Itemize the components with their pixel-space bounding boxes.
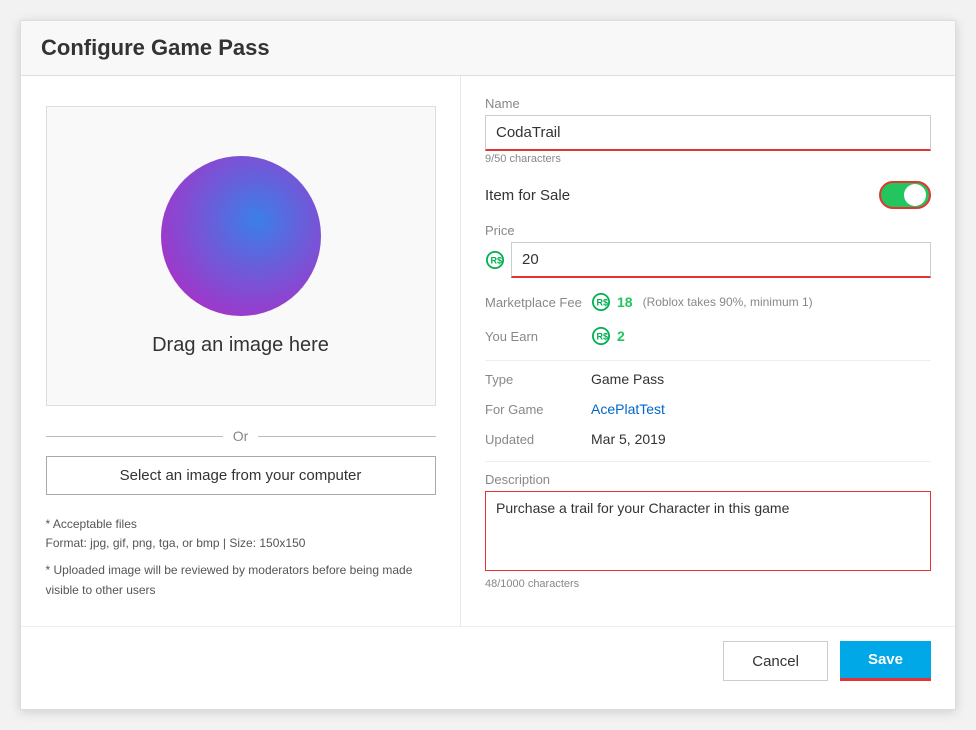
dialog-footer: Cancel Save <box>21 626 955 695</box>
svg-text:R$: R$ <box>597 298 609 308</box>
marketplace-fee-value: 18 <box>617 294 633 310</box>
price-field-section: Price R$ <box>485 223 931 278</box>
updated-row: Updated Mar 5, 2019 <box>485 431 931 447</box>
cancel-button[interactable]: Cancel <box>723 641 828 681</box>
updated-value: Mar 5, 2019 <box>591 431 666 447</box>
configure-game-pass-dialog: Configure Game Pass Drag an image here O… <box>20 20 956 710</box>
item-for-sale-label: Item for Sale <box>485 187 570 204</box>
description-label: Description <box>485 472 931 487</box>
or-divider: Or <box>46 428 436 444</box>
price-robux-icon: R$ <box>485 250 505 270</box>
you-earn-value: 2 <box>617 328 625 344</box>
preview-image <box>161 156 321 316</box>
moderator-note: * Uploaded image will be reviewed by mod… <box>46 561 436 599</box>
price-label: Price <box>485 223 931 238</box>
marketplace-robux-icon: R$ <box>591 292 611 312</box>
marketplace-fee-label: Marketplace Fee <box>485 295 585 310</box>
price-row: R$ <box>485 242 931 278</box>
type-label: Type <box>485 372 585 387</box>
acceptable-files-label: * Acceptable files Format: jpg, gif, png… <box>46 515 436 553</box>
toggle-track <box>879 181 931 209</box>
dialog-header: Configure Game Pass <box>21 21 955 76</box>
file-info: * Acceptable files Format: jpg, gif, png… <box>46 515 436 600</box>
marketplace-fee-note: (Roblox takes 90%, minimum 1) <box>643 295 813 309</box>
svg-text:R$: R$ <box>491 256 503 266</box>
marketplace-fee-row: Marketplace Fee R$ 18 (Roblox takes 90%,… <box>485 292 931 312</box>
svg-text:R$: R$ <box>597 332 609 342</box>
name-label: Name <box>485 96 931 111</box>
divider-1 <box>485 360 931 361</box>
for-game-value[interactable]: AcePlatTest <box>591 401 665 417</box>
left-panel: Drag an image here Or Select an image fr… <box>21 76 461 626</box>
description-textarea[interactable] <box>485 491 931 571</box>
description-char-count: 48/1000 characters <box>485 578 931 590</box>
select-image-button[interactable]: Select an image from your computer <box>46 456 436 495</box>
item-for-sale-row: Item for Sale <box>485 181 931 209</box>
for-game-row: For Game AcePlatTest <box>485 401 931 417</box>
divider-2 <box>485 461 931 462</box>
dialog-body: Drag an image here Or Select an image fr… <box>21 76 955 626</box>
name-char-count: 9/50 characters <box>485 153 931 165</box>
dialog-title: Configure Game Pass <box>41 35 935 61</box>
or-label: Or <box>233 428 249 444</box>
type-value: Game Pass <box>591 371 664 387</box>
you-earn-robux-icon: R$ <box>591 326 611 346</box>
description-field-group: Description 48/1000 characters <box>485 472 931 590</box>
toggle-thumb <box>904 184 926 206</box>
type-row: Type Game Pass <box>485 371 931 387</box>
name-input[interactable] <box>485 115 931 151</box>
for-game-label: For Game <box>485 402 585 417</box>
updated-label: Updated <box>485 432 585 447</box>
save-button[interactable]: Save <box>840 641 931 681</box>
you-earn-label: You Earn <box>485 329 585 344</box>
right-panel: Name 9/50 characters Item for Sale Price <box>461 76 955 626</box>
you-earn-row: You Earn R$ 2 <box>485 326 931 346</box>
item-for-sale-toggle[interactable] <box>879 181 931 209</box>
image-preview-area[interactable]: Drag an image here <box>46 106 436 406</box>
price-input[interactable] <box>511 242 931 278</box>
name-field-group: Name 9/50 characters <box>485 96 931 165</box>
drag-text: Drag an image here <box>152 334 329 357</box>
